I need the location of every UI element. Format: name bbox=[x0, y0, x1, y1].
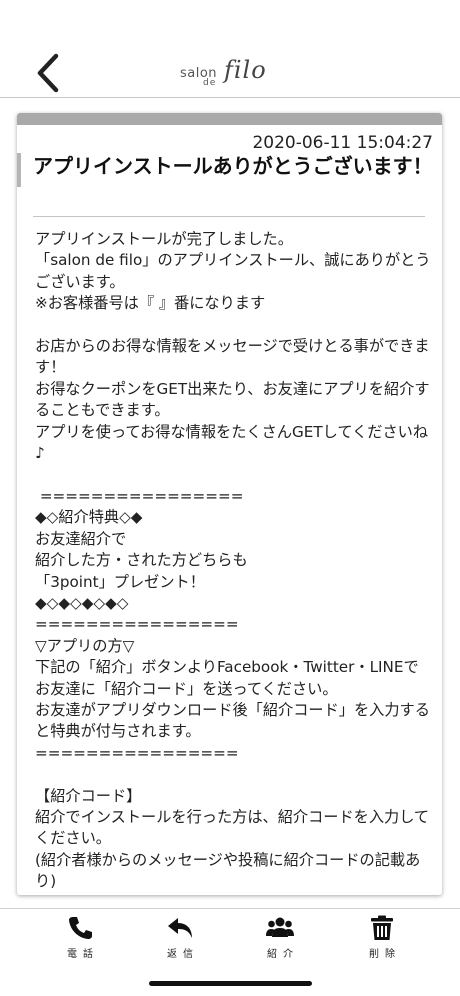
users-icon bbox=[266, 917, 294, 937]
delete-label: 削除 bbox=[369, 949, 401, 960]
message-body: アプリインストールが完了しました。 「salon de filo」のアプリインス… bbox=[35, 230, 431, 891]
salon-logo: salon de filo bbox=[172, 56, 292, 90]
reply-label: 返信 bbox=[167, 949, 199, 960]
call-button[interactable]: 電話 bbox=[50, 915, 110, 965]
message-datetime: 2020-06-11 15:04:27 bbox=[252, 133, 433, 153]
logo-word-de: de bbox=[203, 78, 217, 88]
call-label: 電話 bbox=[67, 949, 99, 960]
phone-icon bbox=[69, 917, 92, 939]
reply-icon bbox=[168, 918, 192, 938]
title-accent-bar bbox=[17, 153, 21, 187]
back-button[interactable] bbox=[28, 50, 68, 96]
title-divider bbox=[33, 216, 425, 217]
reply-button[interactable]: 返信 bbox=[150, 915, 210, 965]
trash-icon bbox=[371, 915, 393, 940]
card-top-bar bbox=[17, 113, 442, 125]
home-indicator[interactable] bbox=[149, 981, 312, 986]
message-card: 2020-06-11 15:04:27 アプリインストールありがとうございます！… bbox=[17, 113, 442, 895]
app-header: salon de filo bbox=[0, 0, 460, 98]
delete-button[interactable]: 削除 bbox=[352, 915, 412, 965]
message-title: アプリインストールありがとうございます！ bbox=[33, 154, 433, 178]
chevron-left-icon bbox=[37, 53, 59, 93]
logo-word-filo: filo bbox=[224, 56, 267, 84]
introduce-label: 紹介 bbox=[267, 949, 299, 960]
introduce-button[interactable]: 紹介 bbox=[250, 915, 310, 965]
bottom-toolbar: 電話 返信 紹介 削除 bbox=[0, 908, 460, 996]
